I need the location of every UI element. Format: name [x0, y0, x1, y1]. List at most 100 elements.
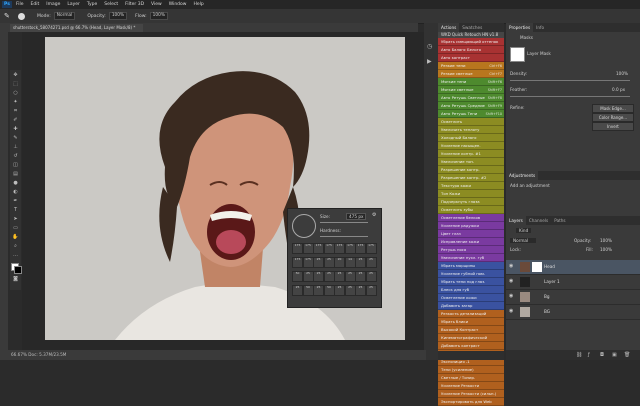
- menu-select[interactable]: Select: [104, 2, 118, 7]
- action-item[interactable]: Текстура кожи: [438, 182, 504, 190]
- action-item[interactable]: Осветлить: [438, 118, 504, 126]
- fill-field[interactable]: 100%: [600, 247, 612, 252]
- brush-preset-tile[interactable]: 175: [313, 243, 324, 254]
- brush-preset-tile[interactable]: 175: [323, 243, 335, 254]
- mask-edge-button[interactable]: Mask Edge...: [592, 104, 634, 113]
- quick-select-icon[interactable]: ✦: [12, 99, 19, 106]
- eyedropper-icon[interactable]: ✐: [12, 117, 19, 124]
- action-item[interactable]: Авто Баланс Белого: [438, 46, 504, 54]
- action-item[interactable]: Усиление насыщен.: [438, 142, 504, 150]
- crop-tool-icon[interactable]: ⌗: [12, 108, 19, 115]
- action-item[interactable]: Высокий Контраст: [438, 326, 504, 334]
- brush-preset-tile[interactable]: 25: [355, 257, 366, 268]
- action-item[interactable]: Убрать морщины: [438, 262, 504, 270]
- background-color-swatch[interactable]: [14, 266, 22, 274]
- action-item[interactable]: Усиление радужки: [438, 222, 504, 230]
- flow-field[interactable]: 100%: [149, 12, 168, 20]
- brush-preset-tile[interactable]: 50: [292, 271, 303, 282]
- action-item[interactable]: Авто Ретушь Средние Shift+F9: [438, 102, 504, 110]
- pen-tool-icon[interactable]: ✒: [12, 198, 19, 205]
- action-item[interactable]: Осветлить зубы: [438, 206, 504, 214]
- action-item[interactable]: Исправление кожи: [438, 238, 504, 246]
- brush-preset-tile[interactable]: 20: [334, 257, 345, 268]
- layer-row-background[interactable]: ◉ BG: [506, 305, 640, 320]
- brush-preset-tile[interactable]: 25: [323, 257, 335, 268]
- zoom-tool-icon[interactable]: ⌕: [12, 243, 19, 250]
- action-item[interactable]: Убрать блики: [438, 318, 504, 326]
- brush-preset-tile[interactable]: 25: [323, 271, 335, 282]
- brush-preset-tile[interactable]: 25: [292, 285, 303, 296]
- marquee-tool-icon[interactable]: ⬚: [12, 81, 19, 88]
- action-item[interactable]: Осветление белков: [438, 214, 504, 222]
- brush-preset-tile[interactable]: 175: [334, 243, 345, 254]
- action-item[interactable]: Холодный Баланс: [438, 134, 504, 142]
- tab-channels[interactable]: Channels: [526, 216, 551, 225]
- action-item[interactable]: Усиление губной пом.: [438, 270, 504, 278]
- menu-edit[interactable]: Edit: [31, 2, 40, 7]
- menu-file[interactable]: File: [16, 2, 24, 7]
- quick-mask-icon[interactable]: ◙: [12, 276, 19, 283]
- feather-value[interactable]: 0.0 px: [612, 87, 625, 92]
- action-item[interactable]: Подчеркнуть глаза: [438, 198, 504, 206]
- brush-preset-tile[interactable]: 175: [365, 243, 377, 254]
- blur-icon[interactable]: ●: [12, 180, 19, 187]
- layer-name[interactable]: Layer 1: [544, 275, 560, 289]
- move-tool-icon[interactable]: ✥: [12, 72, 19, 79]
- clone-stamp-icon[interactable]: ⊥: [12, 144, 19, 151]
- brush-preset-tile[interactable]: 25: [355, 285, 366, 296]
- action-item[interactable]: Авто Ретушь Тени Shift+F10: [438, 110, 504, 118]
- brush-preset-tile[interactable]: 25: [313, 257, 324, 268]
- action-item[interactable]: Резкие тени Ctrl+F6: [438, 62, 504, 70]
- add-mask-icon[interactable]: ◘: [600, 352, 604, 358]
- brush-preset-tile[interactable]: 175: [302, 243, 314, 254]
- action-item[interactable]: Резкость детализаций: [438, 310, 504, 318]
- menu-image[interactable]: Image: [46, 2, 60, 7]
- action-item[interactable]: Разрешение контр. #2: [438, 174, 504, 182]
- action-item[interactable]: Ретушь носа: [438, 246, 504, 254]
- action-item[interactable]: Мягкие тени Shift+F6: [438, 78, 504, 86]
- size-field[interactable]: 475 px: [346, 213, 367, 220]
- visibility-eye-icon[interactable]: ◉: [509, 309, 514, 314]
- brush-preset-tile[interactable]: 175: [302, 257, 314, 268]
- brush-angle-preview[interactable]: [292, 214, 316, 238]
- action-item[interactable]: Тени (усиление): [438, 366, 504, 374]
- action-item[interactable]: Убрать тени под глаз.: [438, 278, 504, 286]
- action-item[interactable]: Осветление кожи: [438, 294, 504, 302]
- path-select-icon[interactable]: ➤: [12, 216, 19, 223]
- new-layer-icon[interactable]: ▣: [612, 352, 617, 358]
- action-item[interactable]: Блеск для губ: [438, 286, 504, 294]
- mode-select[interactable]: Normal: [53, 12, 76, 20]
- brush-preset-tile[interactable]: 175: [292, 257, 303, 268]
- layer-name[interactable]: Head: [544, 260, 555, 274]
- shape-tool-icon[interactable]: ▭: [12, 225, 19, 232]
- action-item[interactable]: Увеличить теплоту: [438, 126, 504, 134]
- opacity-field[interactable]: 100%: [108, 12, 128, 20]
- action-item[interactable]: Светлые / Тонир.: [438, 374, 504, 382]
- brush-preset-tile[interactable]: 50: [323, 285, 335, 296]
- action-item[interactable]: Разрешение контр.: [438, 166, 504, 174]
- action-set-header[interactable]: WKD Quick Retouch HN v1.8: [438, 32, 504, 38]
- action-item[interactable]: Добавить контраст: [438, 342, 504, 350]
- action-item[interactable]: Экспортировать для Web: [438, 398, 504, 406]
- tab-layers[interactable]: Layers: [506, 216, 526, 225]
- brush-preset-tile[interactable]: 175: [355, 243, 366, 254]
- action-item[interactable]: Цвет глаз: [438, 230, 504, 238]
- brush-preset-tile[interactable]: 175: [292, 243, 303, 254]
- tab-properties[interactable]: Properties: [506, 23, 534, 32]
- brush-preset-tile[interactable]: 25: [344, 285, 356, 296]
- brush-preset-tile[interactable]: 25: [355, 271, 366, 282]
- edit-toolbar-icon[interactable]: …: [12, 252, 19, 259]
- layer-name[interactable]: BG: [544, 305, 550, 319]
- dodge-icon[interactable]: ◐: [12, 189, 19, 196]
- visibility-eye-icon[interactable]: ◉: [509, 279, 514, 284]
- action-item[interactable]: Резкие светлые Ctrl+F7: [438, 70, 504, 78]
- action-item[interactable]: Усиление Резкости (сильн.): [438, 390, 504, 398]
- action-item[interactable]: Усиление контр. #1: [438, 150, 504, 158]
- history-brush-icon[interactable]: ↺: [12, 153, 19, 160]
- menu-filter[interactable]: Filter 3D: [125, 2, 144, 7]
- tab-adjustments[interactable]: Adjustments: [506, 171, 539, 180]
- actions-icon[interactable]: ▶: [427, 58, 435, 66]
- brush-preset-tile[interactable]: 175: [344, 243, 356, 254]
- blend-mode-select[interactable]: Normal: [510, 238, 537, 243]
- trash-icon[interactable]: 🗑: [624, 352, 630, 358]
